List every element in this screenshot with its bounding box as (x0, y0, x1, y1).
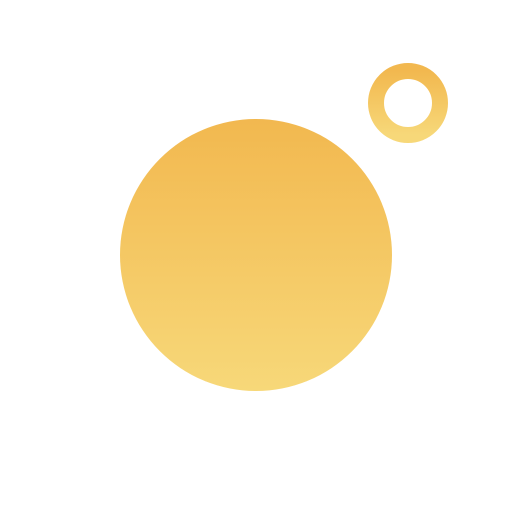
large-circle-icon (120, 119, 392, 391)
small-ring-icon (368, 63, 448, 143)
app-icon-canvas (0, 0, 512, 512)
app-logo (120, 63, 448, 391)
